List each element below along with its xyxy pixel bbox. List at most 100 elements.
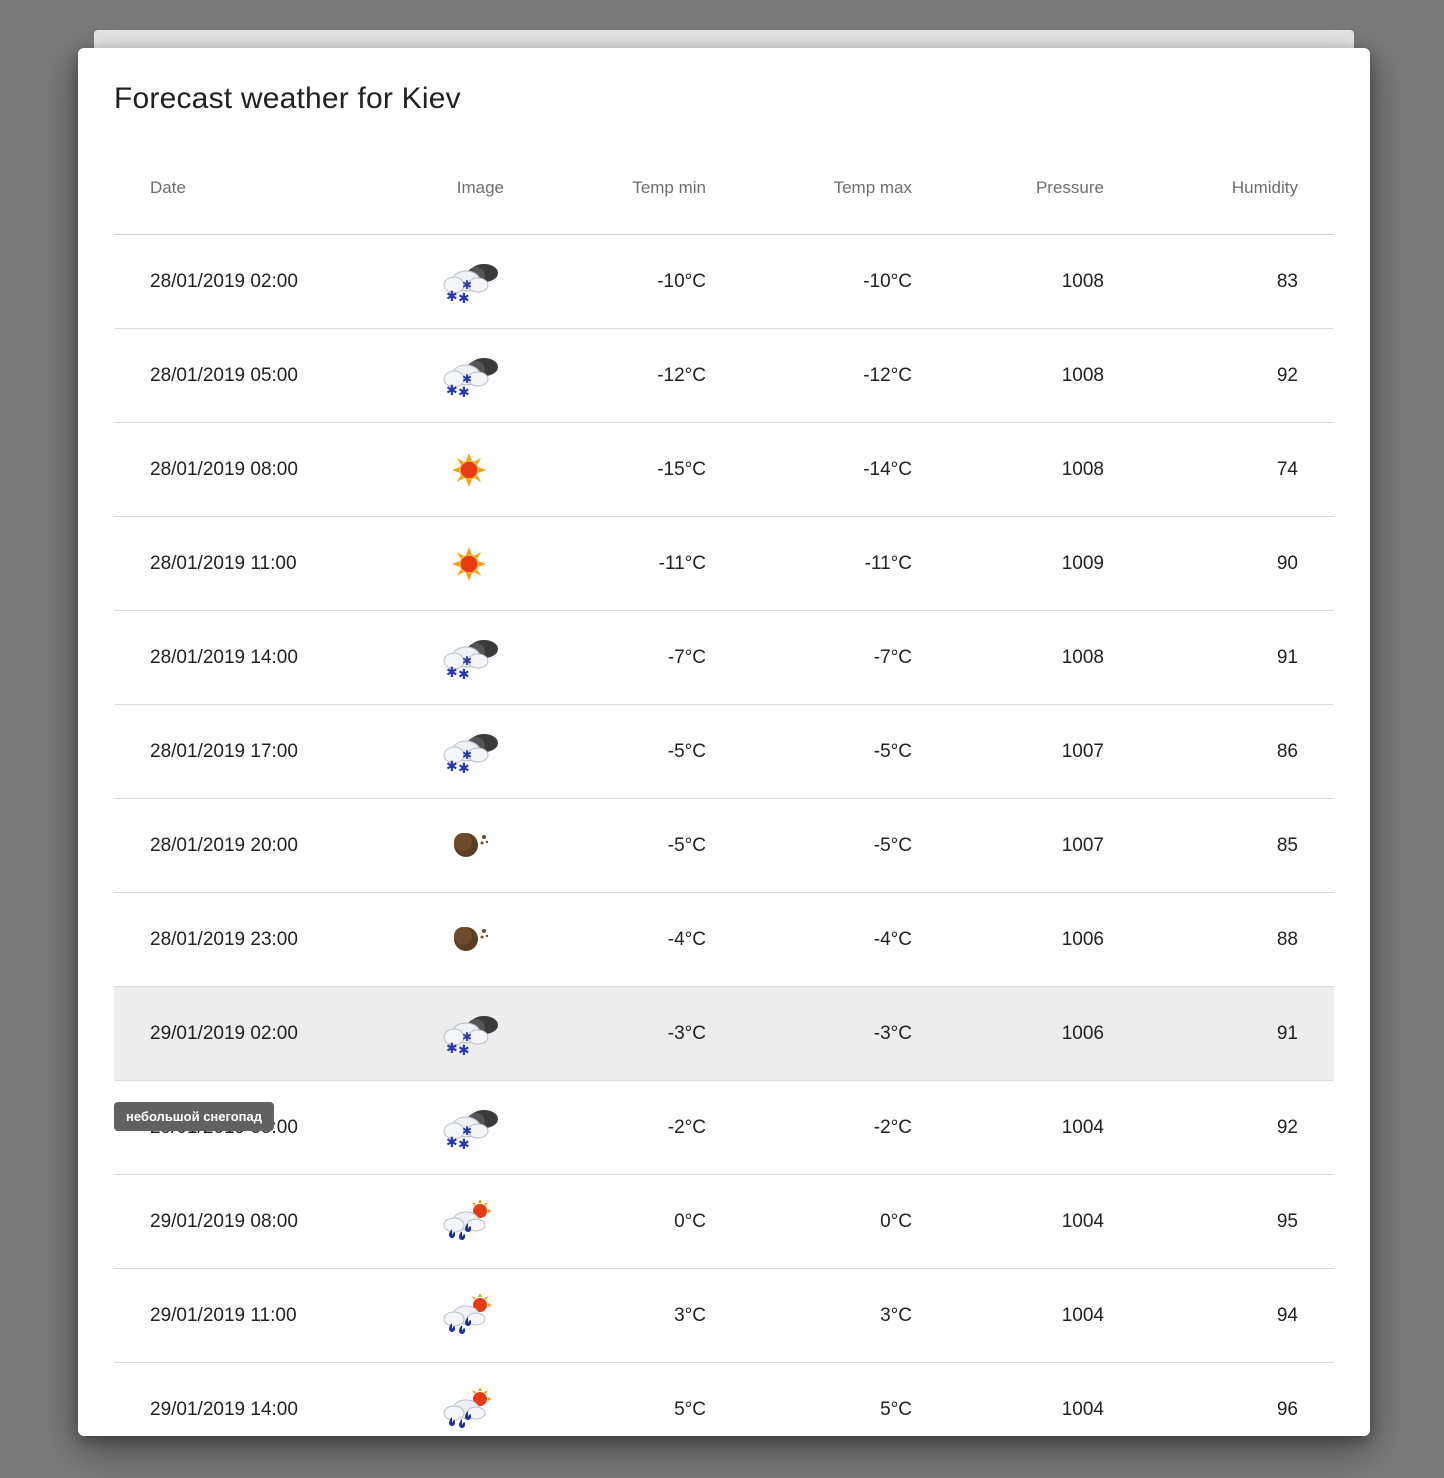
column-header-temp-min[interactable]: Temp min [544, 142, 706, 234]
svg-text:✱: ✱ [462, 278, 472, 292]
cell-humidity: 96 [1276, 1398, 1298, 1420]
table-row[interactable]: 28/01/2019 08:00 -15°C -14°C 1008 74 [114, 423, 1334, 517]
cell-pressure: 1008 [1061, 646, 1104, 668]
table-row[interactable]: 28/01/2019 05:00 ✱ ✱ ✱ -12°C -12°C 1008 … [114, 329, 1334, 423]
svg-text:✱: ✱ [462, 654, 472, 668]
clear-night-moon-icon[interactable] [436, 915, 502, 965]
rain-sun-icon[interactable] [436, 1385, 502, 1435]
column-header-temp-max[interactable]: Temp max [754, 142, 912, 234]
weather-tooltip: небольшой снегопад [114, 1102, 275, 1131]
cell-temp-max: -11°C [864, 552, 912, 574]
table-row[interactable]: 28/01/2019 11:00 -11°C -11°C 1009 90 [114, 517, 1334, 611]
light-snow-icon[interactable]: ✱ ✱ ✱ [436, 727, 502, 777]
svg-text:✱: ✱ [446, 1135, 458, 1151]
forecast-table: Date Image Temp min Temp max Pressure Hu… [114, 142, 1334, 1436]
cell-date: 29/01/2019 08:00 [150, 1210, 298, 1232]
clear-night-moon-icon[interactable] [436, 821, 502, 871]
cell-temp-max: -12°C [863, 364, 912, 386]
column-header-humidity[interactable]: Humidity [1154, 142, 1298, 234]
svg-text:✱: ✱ [446, 289, 458, 305]
cell-humidity: 83 [1276, 270, 1298, 292]
cell-temp-max: -4°C [873, 928, 912, 950]
light-snow-icon[interactable]: ✱ ✱ ✱ [436, 1009, 502, 1059]
cell-temp-max: 3°C [880, 1304, 912, 1326]
cell-temp-min: -5°C [667, 740, 706, 762]
light-snow-icon[interactable]: ✱ ✱ ✱ [436, 257, 502, 307]
table-row[interactable]: 29/01/2019 08:00 0°C 0°C 1004 95 [114, 1175, 1334, 1269]
cell-temp-min: -11°C [658, 552, 706, 574]
cell-temp-min: -5°C [667, 834, 706, 856]
svg-text:✱: ✱ [462, 1124, 472, 1138]
cell-pressure: 1007 [1061, 740, 1104, 762]
table-row[interactable]: 29/01/2019 05:00 ✱ ✱ ✱ -2°C -2°C 1004 92 [114, 1081, 1334, 1175]
clear-sun-icon[interactable] [436, 539, 502, 589]
svg-text:✱: ✱ [446, 383, 458, 399]
svg-text:✱: ✱ [458, 761, 470, 777]
rain-sun-icon[interactable] [436, 1291, 502, 1341]
svg-text:✱: ✱ [446, 759, 458, 775]
cell-pressure: 1008 [1061, 270, 1104, 292]
cell-temp-min: -7°C [667, 646, 706, 668]
cell-temp-min: 5°C [674, 1398, 706, 1420]
cell-temp-min: -3°C [667, 1022, 706, 1044]
cell-pressure: 1004 [1061, 1398, 1104, 1420]
cell-date: 28/01/2019 14:00 [150, 646, 298, 668]
table-row[interactable]: 28/01/2019 17:00 ✱ ✱ ✱ -5°C -5°C 1007 86 [114, 705, 1334, 799]
cell-date: 29/01/2019 11:00 [150, 1304, 297, 1326]
cell-pressure: 1007 [1061, 834, 1104, 856]
table-row[interactable]: 29/01/2019 02:00 ✱ ✱ ✱ -3°C -3°C 1006 91 [114, 987, 1334, 1081]
cell-humidity: 92 [1276, 364, 1298, 386]
cell-temp-max: -2°C [873, 1116, 912, 1138]
svg-text:✱: ✱ [458, 667, 470, 683]
cell-date: 28/01/2019 02:00 [150, 270, 298, 292]
rain-sun-icon[interactable] [436, 1197, 502, 1247]
cell-humidity: 91 [1276, 646, 1298, 668]
table-row[interactable]: 28/01/2019 23:00 -4°C -4°C 1006 88 [114, 893, 1334, 987]
svg-text:✱: ✱ [458, 385, 470, 401]
table-row[interactable]: 29/01/2019 11:00 3°C 3°C 1004 94 [114, 1269, 1334, 1363]
table-row[interactable]: 29/01/2019 14:00 5°C 5°C 1004 96 [114, 1363, 1334, 1436]
table-row[interactable]: 28/01/2019 20:00 -5°C -5°C 1007 85 [114, 799, 1334, 893]
cell-date: 28/01/2019 20:00 [150, 834, 298, 856]
light-snow-icon[interactable]: ✱ ✱ ✱ [436, 633, 502, 683]
light-snow-icon[interactable]: ✱ ✱ ✱ [436, 1103, 502, 1153]
svg-text:✱: ✱ [458, 291, 470, 307]
cell-humidity: 91 [1276, 1022, 1298, 1044]
cell-date: 28/01/2019 08:00 [150, 458, 298, 480]
cell-temp-min: 3°C [674, 1304, 706, 1326]
cell-date: 28/01/2019 17:00 [150, 740, 298, 762]
column-header-image[interactable]: Image [414, 142, 504, 234]
light-snow-icon[interactable]: ✱ ✱ ✱ [436, 351, 502, 401]
svg-text:✱: ✱ [446, 665, 458, 681]
svg-text:✱: ✱ [462, 1030, 472, 1044]
table-row[interactable]: 28/01/2019 02:00 ✱ ✱ ✱ -10°C -10°C 1008 … [114, 235, 1334, 329]
cell-temp-min: -15°C [657, 458, 706, 480]
cell-date: 29/01/2019 02:00 [150, 1022, 298, 1044]
cell-temp-max: 5°C [880, 1398, 912, 1420]
cell-humidity: 86 [1276, 740, 1298, 762]
column-header-pressure[interactable]: Pressure [954, 142, 1104, 234]
cell-temp-max: -10°C [863, 270, 912, 292]
svg-text:✱: ✱ [462, 748, 472, 762]
cell-humidity: 85 [1276, 834, 1298, 856]
cell-humidity: 90 [1276, 552, 1298, 574]
cell-temp-max: -7°C [873, 646, 912, 668]
svg-text:✱: ✱ [458, 1137, 470, 1153]
table-row[interactable]: 28/01/2019 14:00 ✱ ✱ ✱ -7°C -7°C 1008 91 [114, 611, 1334, 705]
column-header-date[interactable]: Date [150, 142, 186, 234]
svg-text:✱: ✱ [462, 372, 472, 386]
svg-text:✱: ✱ [446, 1041, 458, 1057]
cell-date: 28/01/2019 11:00 [150, 552, 297, 574]
cell-temp-min: -2°C [667, 1116, 706, 1138]
cell-pressure: 1009 [1061, 552, 1104, 574]
cell-humidity: 94 [1276, 1304, 1298, 1326]
svg-text:✱: ✱ [458, 1043, 470, 1059]
cell-temp-min: 0°C [674, 1210, 706, 1232]
table-body: 28/01/2019 02:00 ✱ ✱ ✱ -10°C -10°C 1008 … [114, 235, 1334, 1436]
dialog-title: Forecast weather for Kiev [114, 82, 461, 115]
clear-sun-icon[interactable] [436, 445, 502, 495]
cell-pressure: 1004 [1061, 1304, 1104, 1326]
cell-humidity: 74 [1276, 458, 1298, 480]
cell-temp-min: -4°C [667, 928, 706, 950]
table-header-row: Date Image Temp min Temp max Pressure Hu… [114, 142, 1334, 235]
